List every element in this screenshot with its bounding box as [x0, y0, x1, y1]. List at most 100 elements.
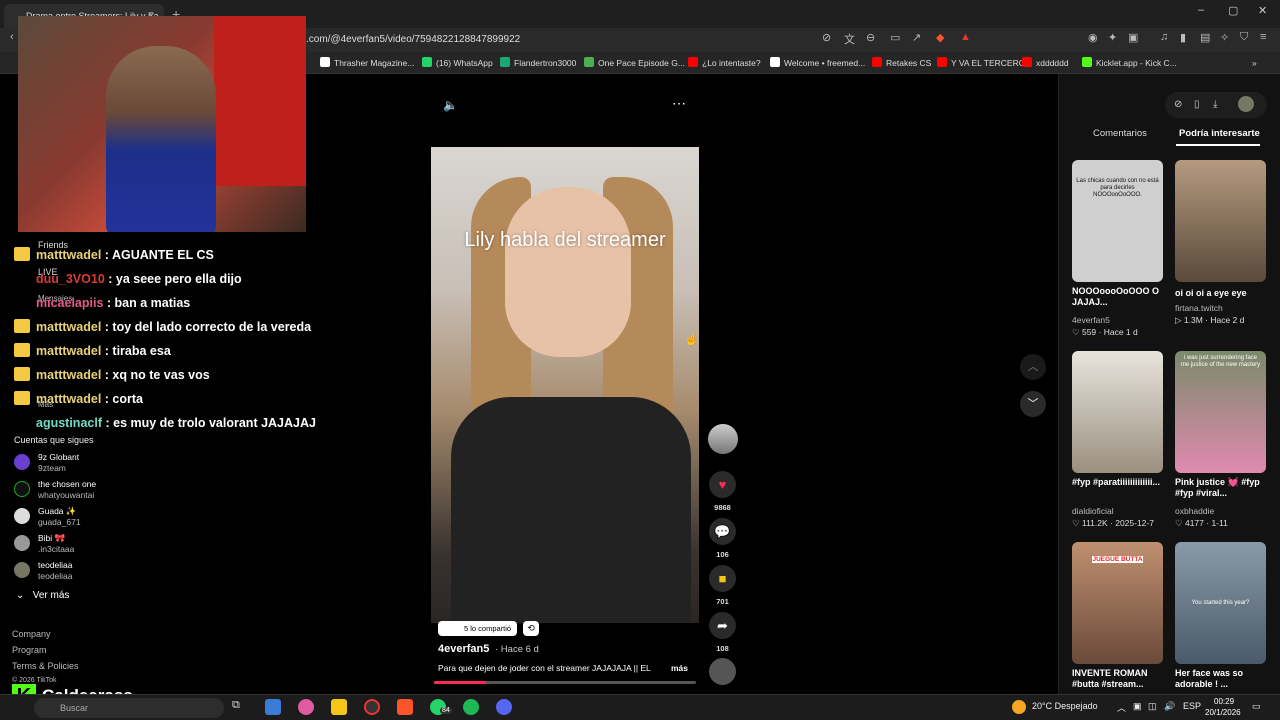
ai-icon[interactable]: ✧ — [1220, 31, 1229, 44]
video-author[interactable]: 4everfan5 — [438, 643, 489, 655]
screenshot-icon[interactable]: ▣ — [1128, 31, 1138, 44]
rewards-icon[interactable]: ▲ — [960, 31, 971, 43]
more-bookmarks-icon[interactable]: » — [1252, 56, 1257, 70]
tray-chevron-icon[interactable]: ︿ — [1117, 701, 1126, 714]
reader-icon[interactable]: ⊘ — [822, 31, 831, 44]
vpn-icon[interactable]: ◉ — [1088, 31, 1098, 44]
compass-icon[interactable]: ⊘ — [1174, 99, 1182, 110]
tab-comments[interactable]: Comentarios — [1093, 128, 1147, 139]
music-icon[interactable]: ♫ — [1160, 31, 1168, 43]
minimize-button[interactable]: – — [1198, 4, 1204, 16]
chat-message: matttwadel : corta — [14, 391, 143, 406]
share-icon[interactable]: ↗ — [912, 31, 921, 44]
phone-icon[interactable]: ▯ — [1194, 99, 1200, 110]
brave-browser-icon[interactable] — [397, 699, 413, 715]
following-item[interactable]: 9z Globant 9zteam — [14, 452, 134, 476]
previous-video-button[interactable]: ︿ — [1020, 354, 1046, 380]
chat-spacer-icon — [14, 271, 30, 285]
see-more-button[interactable]: ⌄ Ver más — [16, 590, 69, 601]
task-view-icon[interactable]: ⧉ — [232, 699, 248, 715]
shared-by-pill[interactable]: 5 lo compartió — [438, 621, 518, 636]
more-options-icon[interactable]: ⋯ — [672, 95, 686, 112]
app-icon[interactable] — [298, 699, 314, 715]
profile-avatar[interactable] — [1238, 96, 1254, 112]
sound-disc-icon[interactable] — [709, 658, 736, 685]
extensions-icon[interactable]: ✦ — [1108, 31, 1117, 44]
description-more-button[interactable]: más — [671, 663, 688, 673]
tray-app-icon[interactable]: ▣ — [1133, 701, 1142, 712]
like-icon[interactable]: ♥ — [709, 471, 736, 498]
video-caption-overlay: Lily habla del streamer — [464, 229, 666, 251]
volume-icon[interactable]: 🔈 — [443, 98, 458, 112]
bookmark-icon[interactable]: ■ — [709, 565, 736, 592]
menu-icon[interactable]: ≡ — [1260, 31, 1266, 43]
weather-text[interactable]: 20°C Despejado — [1032, 701, 1098, 711]
bookmark-item[interactable]: ¿Lo intentaste? — [688, 56, 761, 70]
save-count: 701 — [716, 597, 729, 606]
bookmark-favicon-icon — [872, 57, 882, 67]
shield-icon[interactable]: ⛉ — [1240, 31, 1248, 44]
translate-icon[interactable]: 文 — [844, 31, 855, 47]
maximize-button[interactable]: ▢ — [1228, 4, 1238, 17]
video-player[interactable]: Lily habla del streamer — [431, 147, 699, 623]
cast-icon[interactable]: ▭ — [890, 31, 900, 44]
volume-tray-icon[interactable]: 🔊 — [1164, 701, 1175, 712]
brave-shield-icon[interactable]: ◆ — [936, 31, 944, 44]
repost-icon[interactable]: ⟲ — [523, 621, 539, 636]
chat-spacer-icon — [14, 415, 30, 429]
following-item[interactable]: teodeliaa teodeliaa — [14, 560, 134, 584]
following-item[interactable]: the chosen one whatyouwantai — [14, 479, 134, 503]
close-window-button[interactable]: ✕ — [1258, 4, 1267, 17]
share-arrow-icon[interactable]: ➦ — [709, 612, 736, 639]
video-thumbnail — [1072, 351, 1163, 473]
following-item[interactable]: Guada ✨ guada_671 — [14, 506, 134, 530]
bookmark-item[interactable]: Kicklet.app - Kick C... — [1082, 56, 1177, 70]
sidebar-icon[interactable]: ▮ — [1180, 31, 1186, 44]
spotify-icon[interactable] — [463, 699, 479, 715]
bookmark-item[interactable]: Retakes CS — [872, 56, 931, 70]
footer-terms[interactable]: Terms & Policies — [12, 661, 79, 671]
download-icon[interactable]: ⤓ — [1213, 99, 1217, 110]
obs-icon[interactable] — [364, 699, 380, 715]
clock-date[interactable]: 20/1/2026 — [1205, 708, 1241, 717]
bookmark-item[interactable]: One Pace Episode G... — [584, 56, 685, 70]
comment-count: 106 — [716, 550, 729, 559]
footer-company[interactable]: Company — [12, 629, 51, 639]
share-count: 108 — [716, 644, 729, 653]
next-video-button[interactable]: ﹀ — [1020, 391, 1046, 417]
clock-time[interactable]: 00:29 — [1214, 697, 1234, 706]
subscriber-badge-icon — [14, 319, 30, 333]
active-tab-indicator — [1176, 144, 1260, 146]
avatar — [14, 535, 30, 551]
store-icon[interactable] — [265, 699, 281, 715]
language-indicator[interactable]: ESP — [1183, 701, 1201, 711]
avatar — [14, 508, 30, 524]
bookmark-item[interactable]: Welcome • freemed... — [770, 56, 865, 70]
discord-icon[interactable] — [496, 699, 512, 715]
network-icon[interactable]: ◫ — [1148, 701, 1157, 712]
video-thumbnail: You started this year? — [1175, 542, 1266, 664]
chat-message: matttwadel : toy del lado correcto de la… — [14, 319, 311, 334]
file-explorer-icon[interactable] — [331, 699, 347, 715]
bookmark-item[interactable]: (16) WhatsApp — [422, 56, 493, 70]
comment-icon[interactable]: 💬 — [709, 518, 736, 545]
tab-podria-interesarte[interactable]: Podría interesarte — [1179, 128, 1260, 139]
bookmark-item[interactable]: xdddddd — [1022, 56, 1069, 70]
back-icon[interactable]: ‹ — [10, 31, 14, 43]
video-progress-bar[interactable] — [434, 681, 696, 684]
weather-icon — [1012, 700, 1026, 714]
mouse-cursor-icon: ☝ — [684, 332, 699, 346]
video-frame-face — [505, 187, 631, 357]
bookmark-item[interactable]: Thrasher Magazine... — [320, 56, 414, 70]
wallet-icon[interactable]: ▤ — [1200, 31, 1210, 44]
footer-program[interactable]: Program — [12, 645, 47, 655]
url-input[interactable]: .com/@4everfan5/video/759482212884789992… — [306, 30, 956, 50]
bookmark-item[interactable]: Y VA EL TERCERO — [937, 56, 1025, 70]
creator-avatar[interactable] — [708, 424, 738, 454]
taskbar-search[interactable]: Buscar — [34, 698, 224, 718]
bookmark-item[interactable]: Flandertron3000 — [500, 56, 576, 70]
subscriber-badge-icon — [14, 247, 30, 261]
notifications-icon[interactable]: ▭ — [1252, 701, 1261, 712]
following-item[interactable]: Bibi 🎀 .in3citaaa — [14, 533, 134, 557]
zoom-icon[interactable]: ⊖ — [866, 31, 875, 44]
